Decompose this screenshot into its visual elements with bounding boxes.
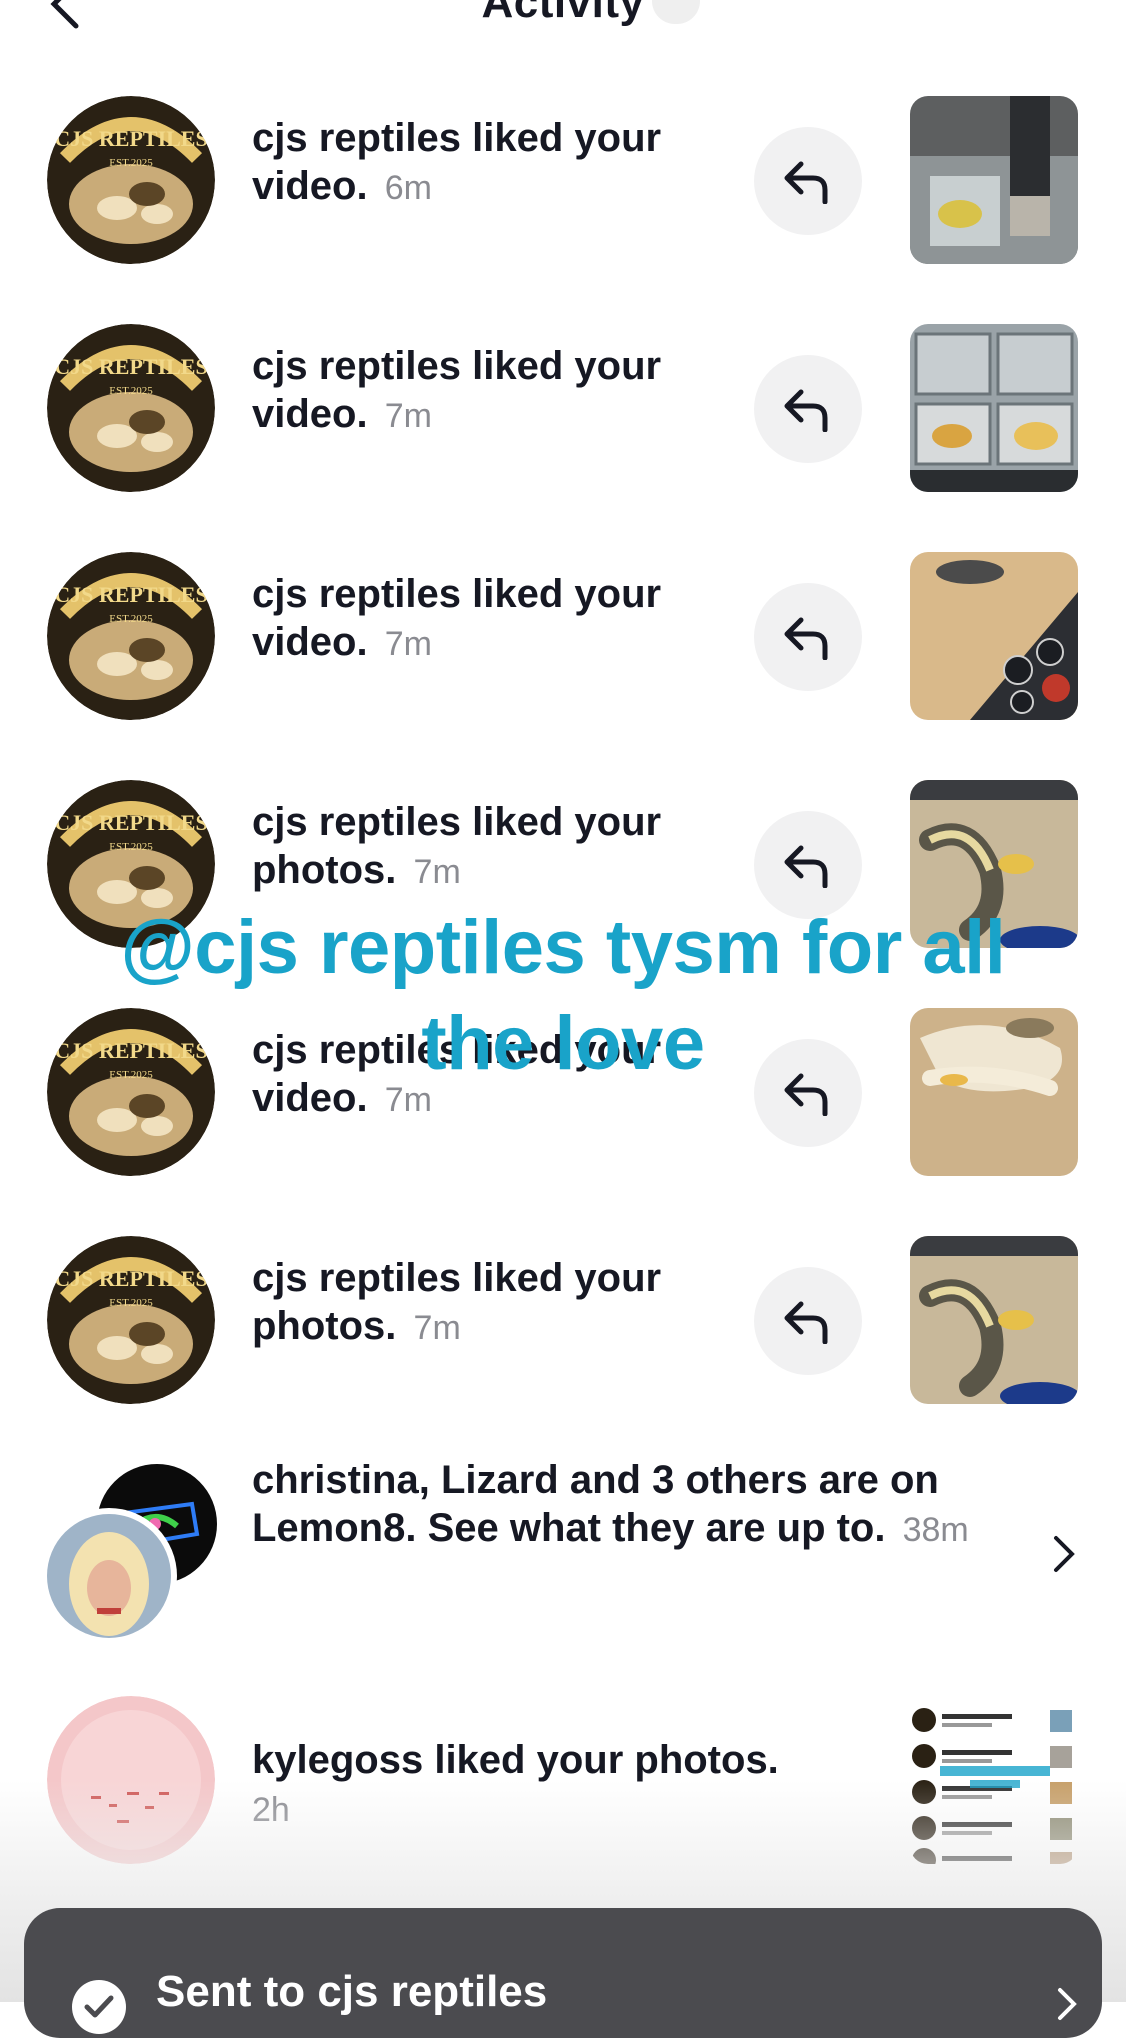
logo-subtext: EST.2025 bbox=[109, 157, 153, 169]
list-item[interactable]: CJS REPTILES EST.2025 cjs reptiles liked… bbox=[0, 66, 1126, 294]
notification-text: cjs reptiles liked your video. 7m bbox=[252, 570, 722, 668]
post-thumbnail[interactable] bbox=[910, 1236, 1078, 1404]
message: christina, Lizard and 3 others are on Le… bbox=[252, 1458, 939, 1550]
sent-toast[interactable]: Sent to cjs reptiles bbox=[24, 1908, 1102, 2038]
timestamp: 7m bbox=[413, 1309, 461, 1347]
logo-text: CJS REPTILES bbox=[54, 354, 207, 379]
avatar[interactable]: CJS REPTILES EST.2025 bbox=[47, 324, 215, 492]
avatar[interactable]: CJS REPTILES EST.2025 bbox=[47, 1236, 215, 1404]
header: Activity bbox=[0, 0, 1126, 60]
notification-text: cjs reptiles liked your video. 6m bbox=[252, 114, 722, 212]
toast-text: Sent to cjs reptiles bbox=[156, 1967, 548, 2016]
reply-button[interactable] bbox=[754, 1267, 862, 1375]
logo-subtext: EST.2025 bbox=[109, 613, 153, 625]
reply-button[interactable] bbox=[754, 583, 862, 691]
list-item-lemon8[interactable]: christina, Lizard and 3 others are on Le… bbox=[0, 1434, 1126, 1682]
message: cjs reptiles liked your video. bbox=[252, 572, 662, 664]
message: kylegoss liked your photos. bbox=[252, 1738, 779, 1782]
timestamp: 6m bbox=[384, 169, 432, 207]
timestamp: 7m bbox=[413, 853, 461, 891]
logo-subtext: EST.2025 bbox=[109, 1297, 153, 1309]
notification-text: cjs reptiles liked your photos. 7m bbox=[252, 798, 722, 896]
message: cjs reptiles liked your video. bbox=[252, 344, 662, 436]
notification-text: christina, Lizard and 3 others are on Le… bbox=[252, 1456, 992, 1554]
logo-subtext: EST.2025 bbox=[109, 385, 153, 397]
reply-arrow-icon bbox=[784, 617, 828, 660]
reply-arrow-icon bbox=[784, 389, 828, 432]
timestamp: 7m bbox=[384, 397, 432, 435]
chevron-right-icon[interactable] bbox=[1048, 1534, 1080, 1574]
avatar[interactable]: CJS REPTILES EST.2025 bbox=[47, 552, 215, 720]
check-icon bbox=[72, 1980, 126, 2034]
reply-arrow-icon bbox=[784, 161, 828, 204]
notification-text: cjs reptiles liked your photos. 7m bbox=[252, 1254, 722, 1352]
timestamp: 38m bbox=[902, 1511, 969, 1549]
list-item[interactable]: CJS REPTILES EST.2025 cjs reptiles liked… bbox=[0, 522, 1126, 750]
logo-text: CJS REPTILES bbox=[54, 126, 207, 151]
notification-text: cjs reptiles liked your video. 7m bbox=[252, 342, 722, 440]
avatar[interactable]: CJS REPTILES EST.2025 bbox=[47, 96, 215, 264]
post-thumbnail[interactable] bbox=[910, 96, 1078, 264]
chevron-right-icon[interactable] bbox=[1054, 1984, 1080, 2029]
list-item[interactable]: CJS REPTILES EST.2025 cjs reptiles liked… bbox=[0, 1206, 1126, 1434]
reply-button[interactable] bbox=[754, 127, 862, 235]
reply-arrow-icon bbox=[784, 845, 828, 888]
message: cjs reptiles liked your video. bbox=[252, 116, 662, 208]
logo-subtext: EST.2025 bbox=[109, 841, 153, 853]
avatar-stack[interactable] bbox=[47, 1464, 227, 1664]
reply-arrow-icon bbox=[784, 1301, 828, 1344]
list-item[interactable]: CJS REPTILES EST.2025 cjs reptiles liked… bbox=[0, 294, 1126, 522]
post-thumbnail[interactable] bbox=[910, 552, 1078, 720]
post-thumbnail[interactable] bbox=[910, 324, 1078, 492]
logo-text: CJS REPTILES bbox=[54, 810, 207, 835]
logo-text: CJS REPTILES bbox=[54, 582, 207, 607]
reply-button[interactable] bbox=[754, 355, 862, 463]
logo-text: CJS REPTILES bbox=[54, 1266, 207, 1291]
timestamp: 7m bbox=[384, 625, 432, 663]
page-title[interactable]: Activity bbox=[0, 0, 1126, 28]
avatar bbox=[47, 1514, 171, 1638]
overlay-caption: @cjs reptiles tysm for all the love bbox=[120, 905, 1006, 1086]
